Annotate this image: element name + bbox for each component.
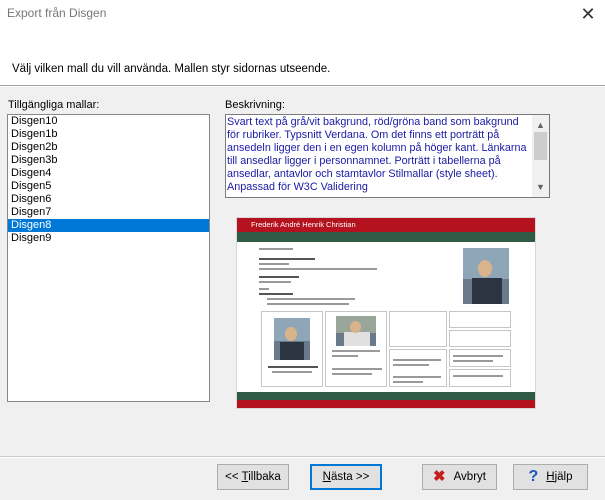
chevron-up-icon[interactable]: ▲ [532, 117, 549, 133]
preview-green-band [237, 232, 535, 242]
preview-card [449, 349, 511, 367]
preview-card [449, 311, 511, 328]
template-list-item[interactable]: Disgen6 [8, 193, 209, 206]
template-preview: Frederik André Henrik Christian [236, 217, 536, 409]
preview-card [449, 369, 511, 387]
template-list-item[interactable]: Disgen5 [8, 180, 209, 193]
preview-portrait-image [463, 248, 509, 304]
description-textbox[interactable]: Svart text på grå/vit bakgrund, röd/grön… [225, 114, 550, 198]
preview-header-band: Frederik André Henrik Christian [237, 218, 535, 232]
next-button[interactable]: Nästa >> [310, 464, 382, 490]
description-label: Beskrivning: [225, 99, 285, 111]
preview-card [325, 311, 387, 387]
back-button[interactable]: << Tillbaka [217, 464, 289, 490]
preview-footer-green [237, 392, 535, 400]
template-list-item[interactable]: Disgen9 [8, 232, 209, 245]
template-list-item[interactable]: Disgen8 [8, 219, 209, 232]
question-icon: ? [528, 468, 539, 486]
button-bar: << Tillbaka Nästa >> ✖ Avbryt ? Hjälp [0, 458, 605, 500]
template-list-item[interactable]: Disgen7 [8, 206, 209, 219]
chevron-down-icon[interactable]: ▼ [532, 179, 549, 195]
instruction-text: Välj vilken mall du vill använda. Mallen… [12, 63, 331, 75]
wizard-header: Välj vilken mall du vill använda. Mallen… [0, 30, 605, 86]
template-list-item[interactable]: Disgen4 [8, 167, 209, 180]
description-scrollbar[interactable]: ▲ ▼ [532, 115, 549, 197]
preview-card [389, 349, 447, 387]
title-bar: Export från Disgen ✕ [0, 0, 605, 30]
templates-label: Tillgängliga mallar: [8, 99, 100, 111]
scrollbar-thumb[interactable] [534, 132, 547, 160]
preview-card [261, 311, 323, 387]
templates-listbox[interactable]: Disgen10 Disgen1b Disgen2b Disgen3b Disgen4 D… [7, 114, 210, 402]
template-list-item[interactable]: Disgen3b [8, 154, 209, 167]
x-icon: ✖ [433, 468, 446, 486]
preview-card [449, 330, 511, 347]
template-list-item[interactable]: Disgen2b [8, 141, 209, 154]
template-list-item[interactable]: Disgen1b [8, 128, 209, 141]
template-list-item[interactable]: Disgen10 [8, 115, 209, 128]
close-icon: ✕ [580, 4, 596, 24]
window-title: Export från Disgen [7, 6, 107, 20]
help-button[interactable]: ? Hjälp [513, 464, 588, 490]
preview-card [389, 311, 447, 347]
cancel-button[interactable]: ✖ Avbryt [422, 464, 497, 490]
wizard-content: Tillgängliga mallar: Disgen10 Disgen1b Dis… [0, 87, 605, 457]
preview-title: Frederik André Henrik Christian [251, 220, 356, 229]
description-text: Svart text på grå/vit bakgrund, röd/grön… [227, 116, 527, 193]
preview-footer-red [237, 400, 535, 408]
close-button[interactable]: ✕ [571, 0, 605, 28]
